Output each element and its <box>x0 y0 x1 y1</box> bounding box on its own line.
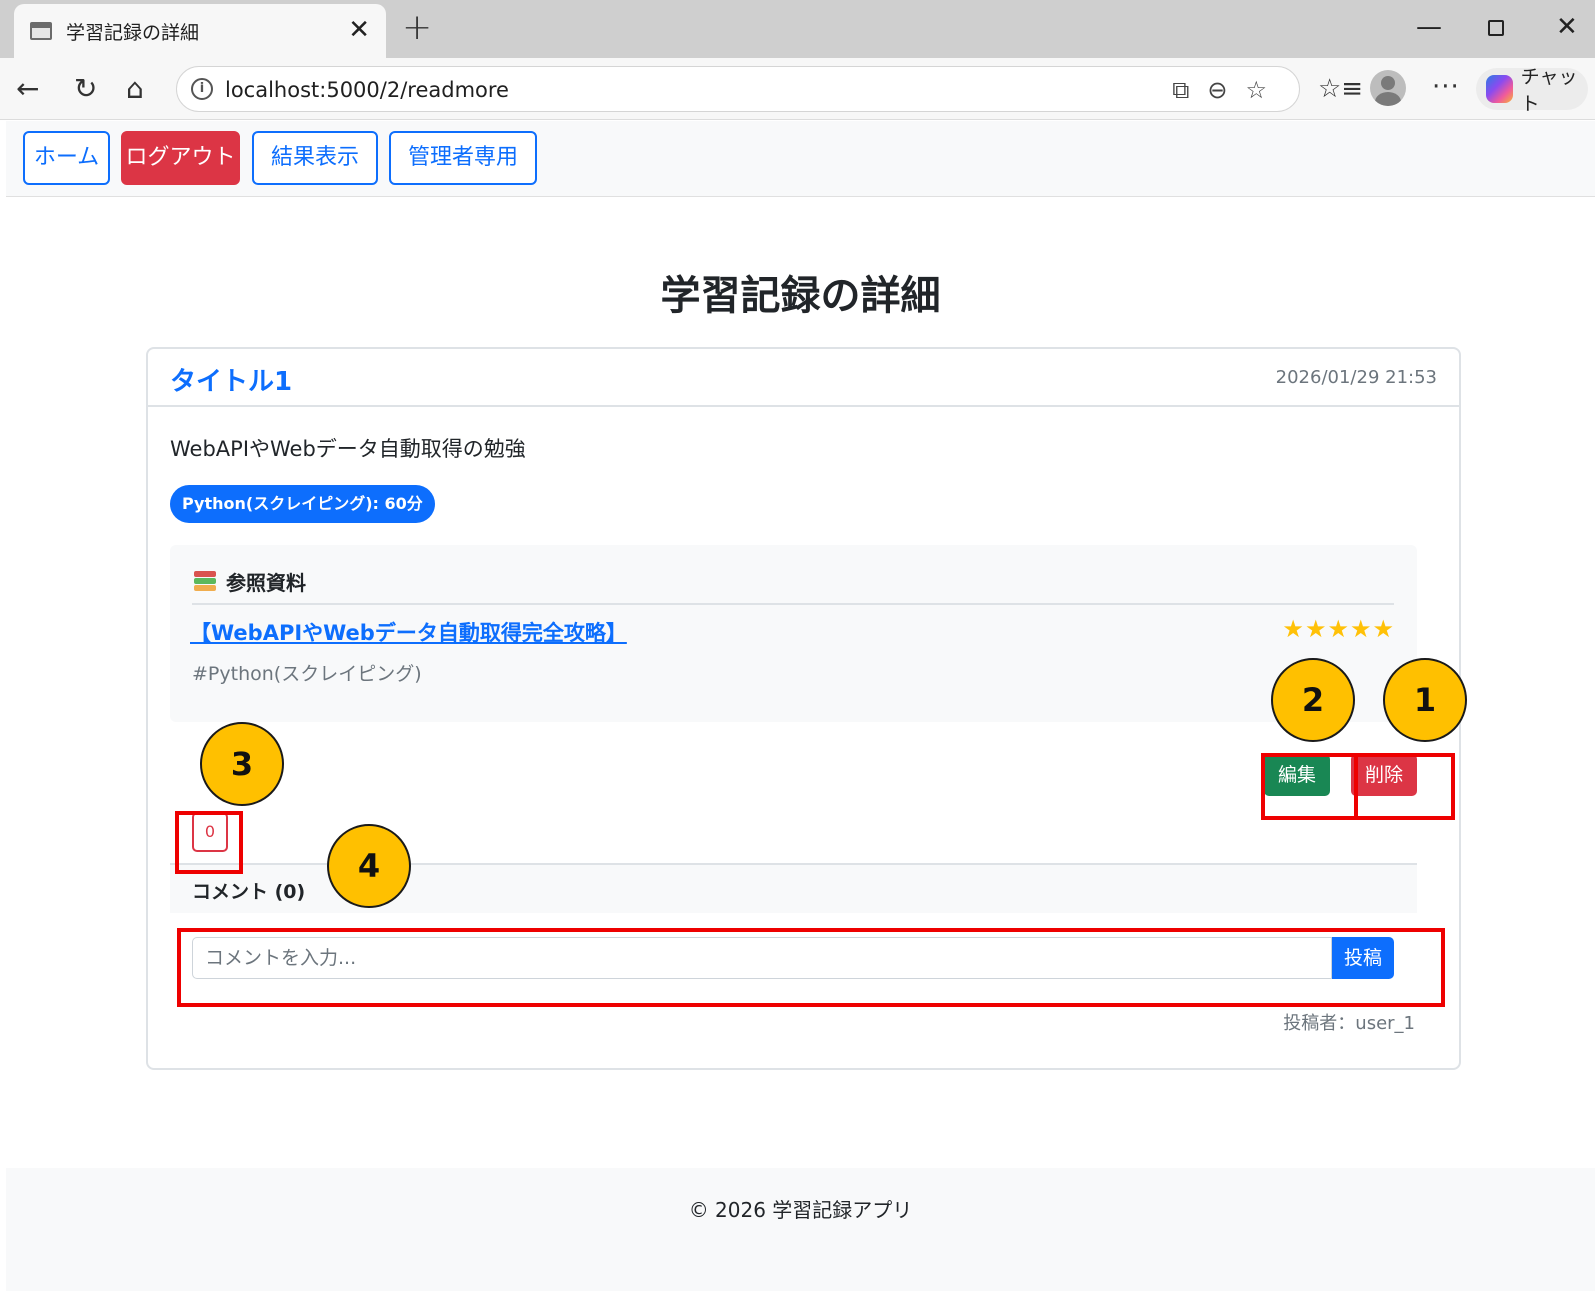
highlight-edit-box <box>1261 753 1358 820</box>
window-minimize-icon[interactable]: — <box>1416 12 1442 42</box>
annotation-marker-2: 2 <box>1271 658 1355 742</box>
reference-section: 参照資料 【WebAPIやWebデータ自動取得完全攻略】 ★★★★★ #Pyth… <box>170 545 1417 722</box>
copilot-chat-button[interactable]: チャット <box>1476 66 1588 115</box>
browser-tab[interactable]: 学習記録の詳細 ✕ <box>14 4 386 58</box>
address-url[interactable]: localhost:5000/2/readmore <box>225 78 509 102</box>
results-button[interactable]: 結果表示 <box>252 131 378 185</box>
page-content: ホーム ログアウト 結果表示 管理者専用 学習記録の詳細 タイトル1 2026/… <box>6 121 1595 1291</box>
record-card-header: タイトル1 2026/01/29 21:53 <box>148 349 1459 407</box>
address-bar-actions-icon[interactable]: ⧉⊖☆ <box>1172 76 1285 104</box>
window-maximize-icon[interactable] <box>1488 20 1504 36</box>
books-icon <box>194 571 216 591</box>
more-menu-icon[interactable]: ··· <box>1432 72 1460 102</box>
highlight-like-box <box>175 811 243 874</box>
back-icon[interactable]: ← <box>16 74 39 104</box>
annotation-marker-4: 4 <box>327 824 411 908</box>
page-favicon-icon <box>30 22 52 40</box>
profile-avatar[interactable] <box>1370 70 1406 106</box>
page-footer: © 2026 学習記録アプリ <box>6 1168 1595 1291</box>
address-bar[interactable]: i localhost:5000/2/readmore ⧉⊖☆ <box>176 66 1300 112</box>
annotation-marker-3: 3 <box>200 722 284 806</box>
reference-tag: #Python(スクレイピング) <box>192 663 422 685</box>
highlight-comment-box <box>177 928 1445 1007</box>
copilot-chat-label: チャット <box>1520 66 1578 115</box>
annotation-marker-1: 1 <box>1383 658 1467 742</box>
copilot-icon <box>1486 75 1513 103</box>
rating-stars: ★★★★★ <box>1282 615 1395 643</box>
home-button[interactable]: ホーム <box>23 131 110 185</box>
reference-divider <box>192 603 1394 605</box>
record-author: 投稿者：user_1 <box>1283 1013 1415 1034</box>
site-info-icon[interactable]: i <box>191 78 213 100</box>
page-title: 学習記録の詳細 <box>660 273 941 319</box>
logout-button[interactable]: ログアウト <box>121 131 240 185</box>
favorites-icon[interactable]: ☆≡ <box>1318 74 1363 104</box>
record-date: 2026/01/29 21:53 <box>1275 367 1437 388</box>
footer-copyright: © 2026 学習記録アプリ <box>688 1198 913 1222</box>
admin-button[interactable]: 管理者専用 <box>389 131 537 185</box>
highlight-delete-box <box>1354 753 1455 820</box>
tab-close-icon[interactable]: ✕ <box>348 16 370 44</box>
study-time-badge: Python(スクレイピング): 60分 <box>170 485 435 523</box>
browser-tabstrip: 学習記録の詳細 ✕ + — ✕ <box>0 0 1595 58</box>
reference-link[interactable]: 【WebAPIやWebデータ自動取得完全攻略】 <box>190 617 627 647</box>
new-tab-icon[interactable]: + <box>402 10 432 46</box>
record-title: タイトル1 <box>170 367 293 397</box>
home-icon[interactable]: ⌂ <box>126 74 144 104</box>
browser-toolbar: ← ↻ ⌂ i localhost:5000/2/readmore ⧉⊖☆ ☆≡… <box>0 58 1595 120</box>
window-close-icon[interactable]: ✕ <box>1556 12 1578 42</box>
comments-heading: コメント (0) <box>192 881 306 903</box>
browser-tab-title: 学習記録の詳細 <box>66 21 200 44</box>
reload-icon[interactable]: ↻ <box>74 74 97 104</box>
app-navbar: ホーム ログアウト 結果表示 管理者専用 <box>6 121 1595 197</box>
reference-heading: 参照資料 <box>226 571 306 595</box>
record-description: WebAPIやWebデータ自動取得の勉強 <box>170 437 526 461</box>
